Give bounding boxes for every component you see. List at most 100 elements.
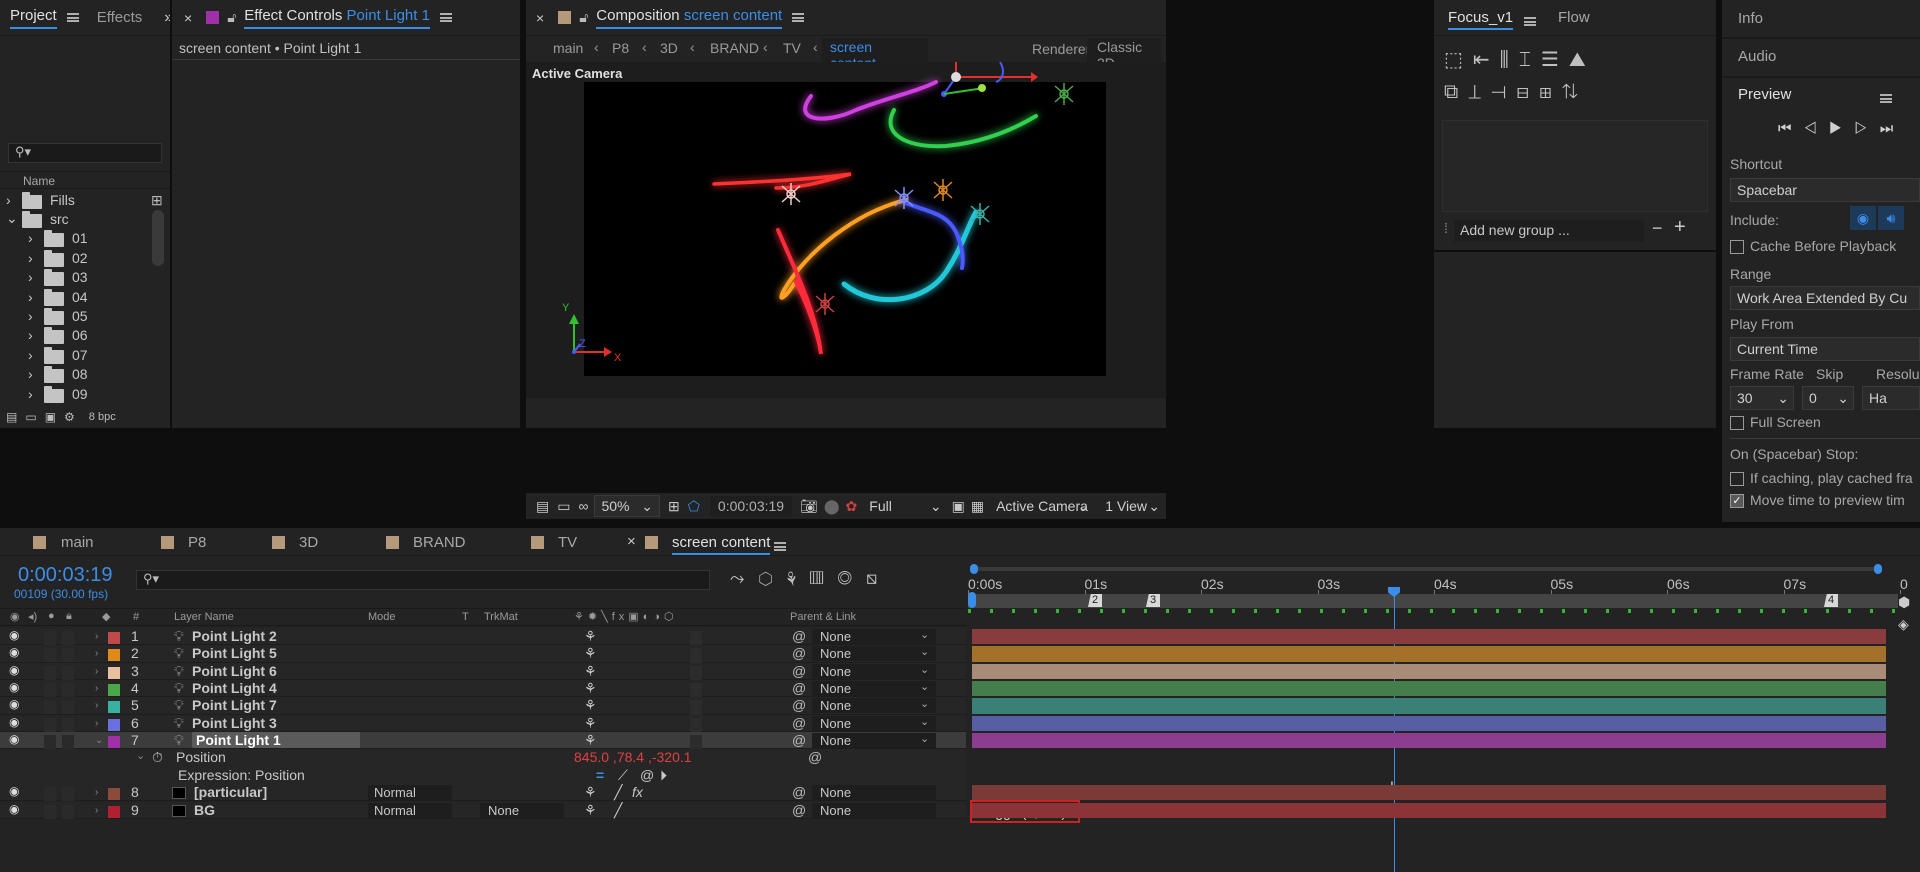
timeline-search-input[interactable]: ⚲▾ bbox=[136, 570, 710, 590]
expression-graph-icon[interactable]: ⟋ bbox=[618, 767, 628, 784]
graph-editor-icon[interactable]: ⧅ bbox=[866, 568, 891, 588]
audio-include-icon[interactable]: 🔊︎ bbox=[1878, 206, 1904, 230]
lock-box[interactable] bbox=[62, 631, 74, 645]
focus-mountain-icon[interactable]: ⛰ bbox=[1569, 49, 1596, 71]
tab-composition[interactable]: Composition screen content bbox=[596, 0, 805, 36]
tab-effect-controls[interactable]: Effect Controls Point Light 1 bbox=[244, 0, 452, 36]
solo-box[interactable] bbox=[44, 665, 56, 680]
focus-arrows-icon[interactable]: ⇅ bbox=[1562, 81, 1588, 103]
tab-flow[interactable]: Flow bbox=[1558, 9, 1590, 26]
tab-focus-v1[interactable]: Focus_v1 bbox=[1448, 9, 1514, 30]
switch-box[interactable] bbox=[690, 631, 702, 646]
switch-box[interactable] bbox=[690, 683, 702, 699]
layer-name-header[interactable]: Layer Name bbox=[174, 611, 234, 623]
new-folder-icon[interactable]: ▭ bbox=[25, 410, 36, 424]
zoom-dropdown[interactable]: 50% ⌄ bbox=[594, 495, 661, 517]
parent-pickwhip-icon[interactable]: @ bbox=[792, 784, 806, 800]
shy-switch-icon[interactable]: ⚘ bbox=[584, 732, 597, 749]
close-icon[interactable]: × bbox=[627, 533, 636, 550]
work-area-bar[interactable] bbox=[970, 564, 1882, 574]
twirl-chevron-icon[interactable]: › bbox=[95, 649, 105, 659]
new-composition-icon[interactable]: ▣ bbox=[45, 410, 56, 424]
label-color-swatch[interactable] bbox=[108, 805, 120, 818]
twirl-chevron-icon[interactable]: ⌄ bbox=[136, 749, 145, 762]
breadcrumb-p8[interactable]: P8 bbox=[612, 40, 629, 56]
chevron-right-icon[interactable]: › bbox=[28, 289, 36, 305]
close-icon[interactable]: × bbox=[184, 10, 192, 26]
visibility-eye-icon[interactable]: ◉ bbox=[9, 645, 19, 659]
frame-rate-dropdown[interactable]: 30 ⌄ bbox=[1730, 386, 1794, 410]
stopwatch-icon[interactable]: ⏱︎ bbox=[152, 749, 163, 766]
step-back-icon[interactable]: ◁ bbox=[1804, 120, 1829, 137]
layer-duration-bar[interactable] bbox=[972, 698, 1886, 714]
grid-toggle-icon[interactable]: ⊞ bbox=[668, 498, 680, 515]
camera-view-dropdown[interactable]: Active Camera ⌄ bbox=[990, 495, 1096, 517]
audio-header[interactable]: Audio bbox=[1738, 48, 1776, 65]
twirl-chevron-icon[interactable]: › bbox=[95, 701, 105, 711]
visibility-eye-icon[interactable]: ◉ bbox=[9, 715, 19, 729]
label-color-swatch[interactable] bbox=[108, 718, 120, 731]
layer-row[interactable]: ◉ › 1 💡︎ Point Light 2 ⚘ @ None ⌄ bbox=[0, 628, 966, 646]
frame-blending-icon[interactable]: ▥ bbox=[810, 568, 838, 588]
focus-add-icon[interactable]: ⊞ bbox=[1539, 81, 1562, 103]
solo-box[interactable] bbox=[44, 631, 56, 645]
layer-row[interactable]: ◉ › 2 💡︎ Point Light 5 ⚘ @ None ⌄ bbox=[0, 645, 966, 664]
label-color-swatch[interactable] bbox=[108, 632, 120, 644]
twirl-chevron-icon[interactable]: › bbox=[95, 632, 105, 642]
skip-dropdown[interactable]: 0 ⌄ bbox=[1802, 386, 1854, 410]
shy-switch-icon[interactable]: ⚘ bbox=[584, 697, 597, 714]
resolution-dropdown[interactable]: Full ⌄ bbox=[863, 495, 948, 517]
close-icon[interactable]: × bbox=[536, 10, 544, 26]
chevron-right-icon[interactable]: › bbox=[28, 308, 36, 324]
twirl-chevron-icon[interactable]: › bbox=[95, 805, 105, 816]
if-caching-checkbox[interactable]: If caching, play cached fra bbox=[1730, 470, 1913, 487]
label-color-swatch[interactable] bbox=[108, 788, 120, 801]
drag-handle-icon[interactable]: ⁞ bbox=[1444, 220, 1448, 236]
label-color-swatch[interactable] bbox=[108, 684, 120, 697]
parent-pickwhip-icon[interactable]: @ bbox=[792, 645, 806, 661]
mode-dropdown[interactable]: Normal bbox=[368, 802, 452, 818]
focus-layer-icon[interactable]: ⧉ bbox=[1444, 81, 1468, 103]
panel-menu-icon[interactable] bbox=[1880, 94, 1892, 103]
fx-switch-icon[interactable]: fx bbox=[632, 784, 643, 800]
parent-pickwhip-icon[interactable]: @ bbox=[792, 697, 806, 713]
layer-name[interactable]: Point Light 2 bbox=[192, 628, 277, 644]
label-color-swatch[interactable] bbox=[108, 666, 120, 679]
tab-project[interactable]: Project bbox=[0, 0, 89, 36]
interpret-footage-icon[interactable]: ▤ bbox=[6, 410, 17, 424]
chevron-right-icon[interactable]: › bbox=[28, 386, 36, 402]
trkmat-dropdown[interactable]: None bbox=[480, 802, 564, 818]
layer-row[interactable]: ◉ ⌄ 7 💡︎ Point Light 1 ⚘ @ None ⌄ bbox=[0, 732, 966, 751]
shy-switch-icon[interactable]: ⚘ bbox=[584, 802, 597, 819]
chevron-right-icon[interactable]: › bbox=[28, 327, 36, 343]
solo-box[interactable] bbox=[44, 700, 56, 715]
project-folder-item[interactable]: › 09 bbox=[0, 384, 150, 403]
layer-name[interactable]: Point Light 7 bbox=[192, 697, 277, 713]
expression-language-icon[interactable]: ⏵ bbox=[660, 767, 667, 784]
lock-box[interactable] bbox=[62, 665, 74, 680]
mask-visibility-icon[interactable]: ⬠ bbox=[688, 498, 700, 515]
layer-name[interactable]: Point Light 3 bbox=[192, 715, 277, 731]
solo-box[interactable] bbox=[44, 804, 56, 819]
breadcrumb-tv[interactable]: TV bbox=[783, 40, 801, 56]
project-folder-item[interactable]: › 01 bbox=[0, 229, 150, 248]
solo-box[interactable] bbox=[44, 683, 56, 698]
project-scrollbar[interactable] bbox=[152, 210, 164, 266]
solo-box[interactable] bbox=[44, 787, 56, 802]
panel-menu-icon[interactable] bbox=[792, 13, 805, 22]
region-of-interest-icon[interactable]: ▣ bbox=[952, 498, 965, 515]
chevron-right-icon[interactable]: ⌄ bbox=[6, 210, 18, 227]
shy-switch-icon[interactable]: ⚘ bbox=[584, 680, 597, 697]
panel-menu-icon[interactable] bbox=[66, 13, 79, 22]
switch-box[interactable] bbox=[690, 665, 702, 681]
comp-flowchart-icon[interactable]: ⤳ bbox=[730, 568, 758, 588]
layer-duration-bar[interactable] bbox=[972, 785, 1886, 801]
expression-pickwhip-icon[interactable]: @ bbox=[640, 767, 654, 783]
layer-name[interactable]: BG bbox=[194, 802, 215, 818]
chevron-double-right-icon[interactable]: » bbox=[164, 9, 170, 27]
layer-name[interactable]: Point Light 1 bbox=[192, 732, 360, 749]
parent-pickwhip-icon[interactable]: @ bbox=[792, 715, 806, 731]
work-area-end-handle[interactable] bbox=[1874, 564, 1882, 574]
quality-switch-icon[interactable]: ╱ bbox=[614, 802, 622, 819]
parent-pickwhip-icon[interactable]: @ bbox=[792, 732, 806, 748]
